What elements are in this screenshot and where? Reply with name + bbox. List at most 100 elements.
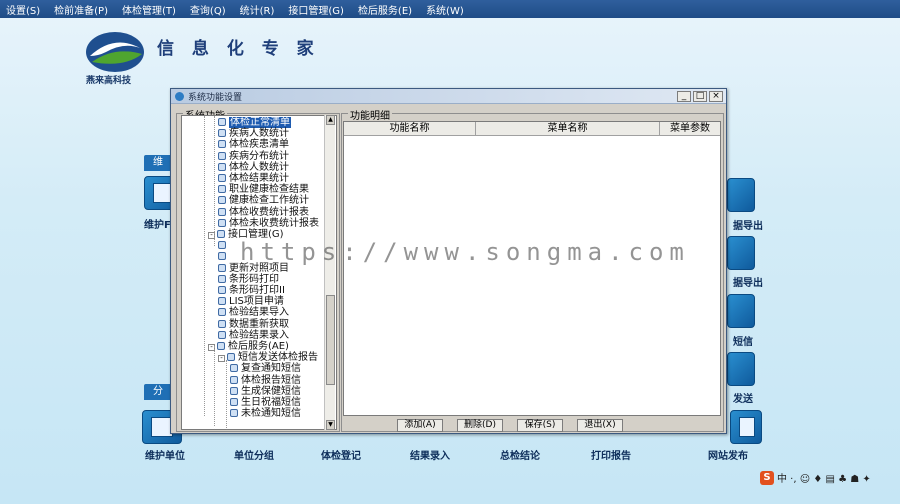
tree-node[interactable] <box>218 251 229 262</box>
minimize-button[interactable]: _ <box>677 90 691 102</box>
node-icon <box>218 174 226 182</box>
tree-node-label: 职业健康检查结果 <box>229 184 309 196</box>
sms-tile[interactable] <box>727 294 755 328</box>
node-icon <box>230 409 238 418</box>
watermark: https://www.songma.com <box>240 238 690 266</box>
scroll-thumb[interactable] <box>326 295 335 385</box>
node-icon <box>218 151 226 160</box>
tree-node[interactable]: 体检报告短信 <box>230 375 301 386</box>
tree-node-label: 检后服务(AE) <box>228 341 289 352</box>
menu-item-5[interactable]: 接口管理(G) <box>288 2 344 17</box>
node-icon <box>218 196 226 205</box>
bottom-label-4: 总检结论 <box>500 451 540 462</box>
ime-tray[interactable]: S 中 ·, ☺ ♦ ▤ ♣ ☗ ✦ <box>760 470 871 485</box>
tree-node-label: 疾病分布统计 <box>229 150 289 162</box>
tree-scrollbar[interactable]: ▲ ▼ <box>324 115 335 430</box>
tree-node[interactable]: 体检正常清单 <box>218 117 291 128</box>
tree-node[interactable] <box>218 240 229 251</box>
tree-node[interactable]: 未检通知短信 <box>230 408 301 419</box>
tree-node[interactable]: 检验结果导入 <box>218 307 289 318</box>
collapse-icon[interactable]: - <box>218 355 225 363</box>
ime-status-icons[interactable]: 中 ·, ☺ ♦ ▤ ♣ ☗ ✦ <box>777 470 871 485</box>
bottom-tile-6[interactable] <box>730 410 762 444</box>
node-icon <box>218 274 226 283</box>
node-icon <box>230 386 238 395</box>
menu-item-4[interactable]: 统计(R) <box>240 2 275 17</box>
tree-node-label: 检验结果录入 <box>229 329 289 341</box>
dialog-title: 系统功能设置 <box>188 92 243 103</box>
menu-item-2[interactable]: 体检管理(T) <box>122 2 176 17</box>
tree-node[interactable]: 条形码打印 <box>218 274 279 285</box>
menu-item-1[interactable]: 检前准备(P) <box>54 2 108 17</box>
node-icon <box>230 398 238 406</box>
tree-node[interactable]: 疾病分布统计 <box>218 151 289 162</box>
tree-node[interactable]: 体检未收费统计报表 <box>218 218 319 229</box>
tree-node-label: 健康检查工作统计 <box>229 195 309 207</box>
col-menu-param[interactable]: 菜单参数 <box>660 122 720 135</box>
node-icon <box>230 364 238 373</box>
bottom-label-5: 打印报告 <box>591 451 631 462</box>
export-tile-2[interactable] <box>727 236 755 270</box>
menu-item-7[interactable]: 系统(W) <box>426 2 464 17</box>
function-detail-group-title: 功能明细 <box>348 107 392 122</box>
save-button[interactable]: 保存(S) <box>517 419 563 432</box>
tree-node[interactable]: LIS项目申请 <box>218 296 284 307</box>
brand-title: 信 息 化 专 家 <box>157 39 320 59</box>
scroll-up-icon[interactable]: ▲ <box>326 115 335 125</box>
node-icon <box>218 129 226 138</box>
tree-node[interactable]: 检验结果录入 <box>218 330 289 341</box>
send-tile[interactable] <box>727 352 755 386</box>
bottom-label-6: 网站发布 <box>708 451 748 462</box>
node-icon <box>218 263 226 272</box>
tree-node[interactable]: 数据重新获取 <box>218 319 289 330</box>
tree-node[interactable]: 生成保健短信 <box>230 386 301 397</box>
tree-node[interactable]: - 短信发送体检报告 <box>218 352 318 363</box>
menu-item-3[interactable]: 查询(Q) <box>190 2 226 17</box>
scroll-down-icon[interactable]: ▼ <box>326 420 335 430</box>
tree-node-label: 条形码打印 <box>229 273 279 285</box>
bottom-label-2: 体检登记 <box>321 451 361 462</box>
send-label: 发送 <box>733 394 753 405</box>
bottom-label-3: 结果录入 <box>410 451 450 462</box>
function-tree[interactable]: 体检正常清单 疾病人数统计 体检疾患清单 疾病分布统计 体检人数统计 体检结果统计 职业健康… <box>181 115 337 430</box>
maximize-button[interactable]: □ <box>693 90 707 102</box>
dialog-titlebar[interactable]: 系统功能设置 _ □ × <box>171 89 726 104</box>
tree-node[interactable]: - 检后服务(AE) <box>208 341 289 352</box>
function-detail-table[interactable]: 功能名称 菜单名称 菜单参数 <box>343 121 721 416</box>
tree-node[interactable]: 健康检查工作统计 <box>218 195 309 206</box>
logo-text: 燕来高科技 <box>86 76 132 86</box>
tree-node-label: 检验结果导入 <box>229 307 289 319</box>
tree-node[interactable]: 体检结果统计 <box>218 173 289 184</box>
tree-guide-line <box>204 116 205 416</box>
node-icon <box>218 308 226 317</box>
section-tag-top: 维 <box>144 155 172 171</box>
col-function-name[interactable]: 功能名称 <box>344 122 476 135</box>
menu-item-0[interactable]: 设置(S) <box>6 2 40 17</box>
app-icon <box>175 91 184 101</box>
tree-node[interactable]: 生日祝福短信 <box>230 397 301 408</box>
tree-node-label: 疾病人数统计 <box>229 128 289 140</box>
export-tile-1[interactable] <box>727 178 755 212</box>
tree-node[interactable]: 体检人数统计 <box>218 162 289 173</box>
col-menu-name[interactable]: 菜单名称 <box>476 122 660 135</box>
menu-item-6[interactable]: 检后服务(E) <box>358 2 412 17</box>
node-icon <box>218 118 226 126</box>
tree-node[interactable]: 条形码打印II <box>218 285 285 296</box>
tree-node-label: 生成保健短信 <box>241 385 301 397</box>
close-button[interactable]: × <box>709 90 723 102</box>
tree-node[interactable]: 职业健康检查结果 <box>218 184 309 195</box>
sms-label: 短信 <box>733 337 753 348</box>
delete-button[interactable]: 删除(D) <box>457 419 503 432</box>
tree-node[interactable]: 体检收费统计报表 <box>218 207 309 218</box>
maintenance-tile-label: 维护F <box>144 220 171 231</box>
tree-node[interactable]: 复查通知短信 <box>230 363 301 374</box>
add-button[interactable]: 添加(A) <box>397 419 443 432</box>
tree-node-label: 体检正常清单 <box>229 117 291 128</box>
tree-node[interactable]: 疾病人数统计 <box>218 128 289 139</box>
tree-node-label: 体检结果统计 <box>229 173 289 184</box>
tree-node-label: 体检人数统计 <box>229 161 289 173</box>
exit-button[interactable]: 退出(X) <box>577 419 623 432</box>
tree-node-label: 生日祝福短信 <box>241 397 301 408</box>
sogou-icon[interactable]: S <box>760 470 774 485</box>
tree-node[interactable]: 体检疾患清单 <box>218 139 289 150</box>
